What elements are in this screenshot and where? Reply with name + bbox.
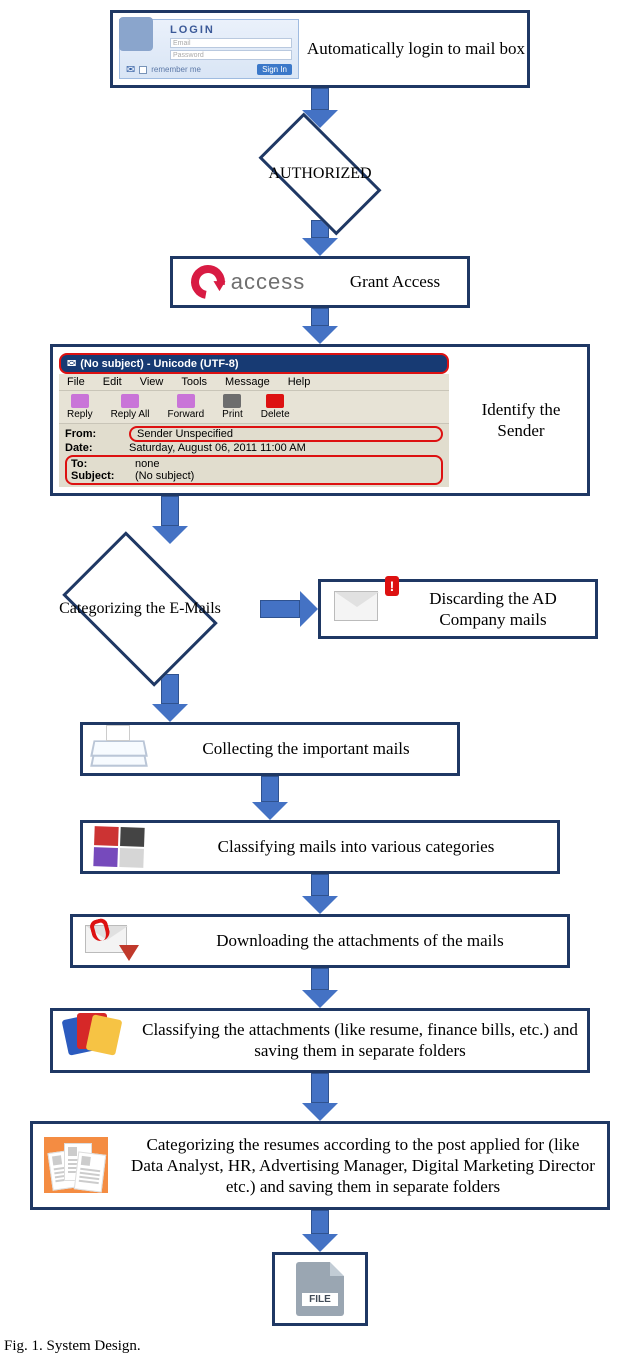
menu-edit: Edit bbox=[103, 376, 122, 388]
file-icon: FILE bbox=[296, 1262, 344, 1316]
step-classify-attachments-label: Classifying the attachments (like resume… bbox=[133, 1011, 587, 1070]
envelope-icon bbox=[334, 591, 378, 621]
decision-categorizing-label: Categorizing the E-Mails bbox=[20, 544, 260, 674]
hdr-date-label: Date: bbox=[65, 442, 123, 454]
step-download-attachments: Downloading the attachments of the mails bbox=[70, 914, 570, 968]
menu-tools: Tools bbox=[181, 376, 207, 388]
categories-icon bbox=[93, 826, 144, 868]
step-classify-mails-label: Classifying mails into various categorie… bbox=[155, 823, 557, 871]
alert-icon: ! bbox=[385, 576, 399, 596]
step-download-attachments-label: Downloading the attachments of the mails bbox=[153, 917, 567, 965]
login-screenshot: LOGIN Email Password ✉ remember me Sign … bbox=[113, 13, 305, 85]
hdr-to-label: To: bbox=[71, 458, 129, 470]
hdr-from-label: From: bbox=[65, 428, 123, 440]
step-file-output: FILE bbox=[272, 1252, 368, 1326]
tool-print: Print bbox=[222, 394, 243, 420]
row-categorize-discard: Categorizing the E-Mails ! Discarding th… bbox=[20, 544, 620, 674]
tool-forward: Forward bbox=[167, 394, 204, 420]
step-categorize-resumes: Categorizing the resumes according to th… bbox=[30, 1121, 610, 1211]
step-grant-access-label: Grant Access bbox=[323, 259, 467, 305]
step-grant-access: access Grant Access bbox=[170, 256, 470, 308]
access-ring-icon bbox=[184, 258, 231, 305]
menu-help: Help bbox=[288, 376, 311, 388]
hdr-to-value: none bbox=[135, 458, 159, 470]
remember-label: remember me bbox=[151, 65, 253, 74]
arrow-down-icon bbox=[302, 1073, 338, 1121]
step-classify-mails: Classifying mails into various categorie… bbox=[80, 820, 560, 874]
hdr-from-value: Sender Unspecified bbox=[129, 426, 443, 442]
tool-delete: Delete bbox=[261, 394, 290, 420]
arrow-right-icon bbox=[260, 591, 318, 627]
mail-menubar: File Edit View Tools Message Help bbox=[59, 374, 449, 391]
arrow-down-icon bbox=[302, 1210, 338, 1252]
step-discard-ad-label: Discarding the AD Company mails bbox=[391, 582, 595, 637]
step-discard-ad: ! Discarding the AD Company mails bbox=[318, 579, 598, 640]
attachment-download-icon bbox=[85, 921, 141, 961]
mail-window-title: ✉ (No subject) - Unicode (UTF-8) bbox=[59, 353, 449, 374]
step-login-label: Automatically login to mail box bbox=[305, 13, 527, 85]
mail-app-icon: ✉ bbox=[67, 357, 76, 370]
arrow-down-icon bbox=[302, 874, 338, 914]
tool-reply: Reply bbox=[67, 394, 93, 420]
step-collect-important: Collecting the important mails bbox=[80, 722, 460, 776]
arrow-down-icon bbox=[302, 308, 338, 344]
login-title: LOGIN bbox=[170, 24, 292, 36]
signin-button: Sign In bbox=[257, 64, 292, 75]
step-collect-important-label: Collecting the important mails bbox=[155, 725, 457, 773]
step-identify-sender: ✉ (No subject) - Unicode (UTF-8) File Ed… bbox=[50, 344, 590, 496]
login-password-field: Password bbox=[170, 50, 292, 60]
access-word: access bbox=[231, 269, 305, 295]
login-email-field: Email bbox=[170, 38, 292, 48]
flowchart: LOGIN Email Password ✉ remember me Sign … bbox=[0, 10, 640, 1326]
arrow-down-icon bbox=[302, 968, 338, 1008]
folders-icon bbox=[65, 1013, 121, 1057]
mail-headers: From: Sender Unspecified Date: Saturday, A… bbox=[59, 424, 449, 487]
arrow-down-icon bbox=[252, 776, 288, 820]
menu-message: Message bbox=[225, 376, 270, 388]
step-classify-attachments: Classifying the attachments (like resume… bbox=[50, 1008, 590, 1073]
tool-reply-all: Reply All bbox=[111, 394, 150, 420]
mail-client-screenshot: ✉ (No subject) - Unicode (UTF-8) File Ed… bbox=[59, 353, 449, 487]
menu-view: View bbox=[140, 376, 164, 388]
arrow-down-icon bbox=[152, 496, 188, 544]
avatar-icon bbox=[119, 17, 153, 51]
menu-file: File bbox=[67, 376, 85, 388]
figure-caption: Fig. 1. System Design. bbox=[0, 1338, 640, 1355]
hdr-subject-label: Subject: bbox=[71, 470, 129, 482]
file-icon-label: FILE bbox=[302, 1293, 338, 1306]
tray-icon bbox=[92, 731, 146, 767]
resumes-icon bbox=[44, 1137, 108, 1193]
decision-authorized: AUTHORIZED bbox=[210, 128, 430, 220]
decision-authorized-label: AUTHORIZED bbox=[210, 128, 430, 220]
step-login: LOGIN Email Password ✉ remember me Sign … bbox=[110, 10, 530, 88]
mail-glyph-icon: ✉ bbox=[126, 63, 135, 76]
hdr-subject-value: (No subject) bbox=[135, 470, 194, 482]
mail-toolbar: Reply Reply All Forward Print Delete bbox=[59, 391, 449, 424]
step-categorize-resumes-label: Categorizing the resumes according to th… bbox=[119, 1124, 607, 1208]
step-identify-sender-label: Identify the Sender bbox=[455, 347, 587, 493]
mail-title-text: (No subject) - Unicode (UTF-8) bbox=[80, 358, 238, 370]
remember-checkbox bbox=[139, 66, 147, 74]
access-logo: access bbox=[191, 265, 305, 299]
decision-categorizing: Categorizing the E-Mails bbox=[20, 544, 260, 674]
hdr-date-value: Saturday, August 06, 2011 11:00 AM bbox=[129, 442, 443, 454]
